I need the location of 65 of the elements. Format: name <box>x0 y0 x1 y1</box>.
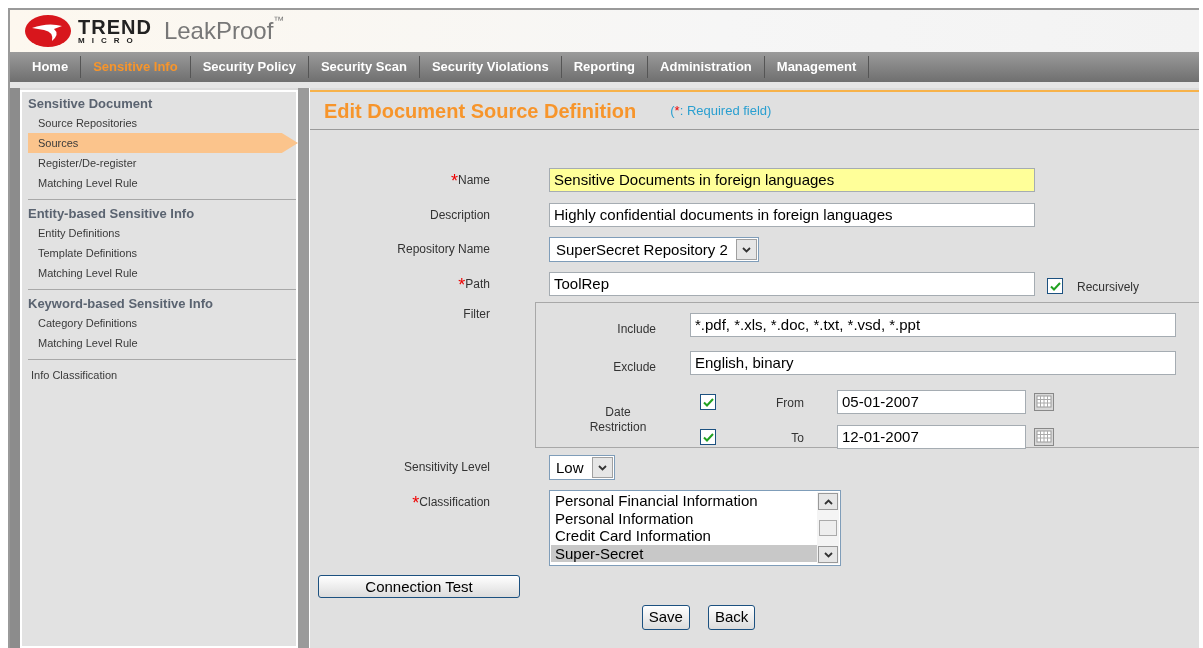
page-title: Edit Document Source Definition <box>324 98 637 124</box>
nav-tab[interactable]: Reporting <box>561 56 649 78</box>
brand-subtitle: MICRO <box>78 37 141 45</box>
nav-tab[interactable]: Management <box>764 56 870 78</box>
checkmark-icon <box>1049 281 1061 291</box>
checkbox[interactable] <box>1047 278 1063 294</box>
date-label: From <box>776 396 804 410</box>
nav-tab[interactable]: Security Scan <box>308 56 420 78</box>
nav-tab[interactable]: Administration <box>648 56 765 78</box>
scroll-up-icon <box>823 498 833 505</box>
required-hint: (*: Required field) <box>670 101 772 120</box>
action-button[interactable]: Save <box>641 605 690 630</box>
brand-wordmark: TREND <box>78 17 152 37</box>
connection-test-button[interactable]: Connection Test <box>318 575 520 598</box>
sidebar-item[interactable]: Source Repositories <box>28 113 290 133</box>
calendar-icon[interactable] <box>1034 428 1054 446</box>
nav-tab[interactable]: Security Violations <box>419 56 562 78</box>
text-field[interactable]: Highly confidential documents in foreign languages <box>549 203 1035 227</box>
checkbox[interactable] <box>700 429 716 445</box>
sidebar-item[interactable]: Matching Level Rule <box>28 333 290 353</box>
checkbox[interactable] <box>700 394 716 410</box>
checkbox-label: Recursively <box>1077 279 1139 296</box>
text-field[interactable]: ToolRep <box>549 272 1035 296</box>
date-label: To <box>791 431 804 445</box>
field-label: Description <box>429 208 490 222</box>
filter-label: Include <box>617 322 656 336</box>
logo-icon <box>24 14 72 48</box>
nav-tab[interactable]: Security Policy <box>190 56 309 78</box>
dropdown[interactable]: SuperSecret Repository 2 <box>549 237 759 262</box>
sidebar-item[interactable]: Entity Definitions <box>28 223 290 243</box>
sidebar-item[interactable]: Category Definitions <box>28 313 290 333</box>
checkmark-icon <box>702 432 714 442</box>
text-field[interactable]: Sensitive Documents in foreign languages <box>549 168 1035 192</box>
sidebar-section-title: Entity-based Sensitive Info <box>28 205 196 223</box>
sidebar-item[interactable]: Template Definitions <box>28 243 290 263</box>
sidebar-section-title: Keyword-based Sensitive Info <box>28 295 214 313</box>
scroll-down-icon <box>823 551 833 558</box>
list-option[interactable]: Credit Card Information <box>551 527 817 545</box>
text-field[interactable]: *.pdf, *.xls, *.doc, *.txt, *.vsd, *.ppt <box>690 313 1176 337</box>
filter-label: Date Restriction <box>588 404 648 435</box>
text-field[interactable]: English, binary <box>690 351 1176 375</box>
calendar-icon[interactable] <box>1034 393 1054 411</box>
list-option[interactable]: Personal Financial Information <box>551 492 817 510</box>
product-name: LeakProof$^{™}$ <box>163 13 285 46</box>
text-field[interactable]: 05-01-2007 <box>837 390 1026 414</box>
dropdown[interactable]: Low <box>549 455 615 480</box>
checkmark-icon <box>702 397 714 407</box>
nav-tab[interactable]: Home <box>20 56 82 78</box>
sidebar-item[interactable]: Matching Level Rule <box>28 173 290 193</box>
sidebar-item[interactable]: Sources <box>28 133 298 153</box>
scrollbar[interactable] <box>817 492 839 564</box>
list-box[interactable]: Personal Financial Information Personal Information Credit Card Information Super-Secret <box>549 490 841 566</box>
list-option[interactable]: Personal Information <box>551 509 817 527</box>
field-label: Repository Name <box>397 242 490 256</box>
field-label: Filter <box>463 307 490 321</box>
list-option[interactable]: Super-Secret <box>551 544 817 562</box>
scroll-thumb[interactable] <box>819 520 837 536</box>
sidebar-item[interactable]: Info Classification <box>28 365 290 385</box>
sidebar-item[interactable]: Register/De-register <box>28 153 290 173</box>
sidebar-item[interactable]: Matching Level Rule <box>28 263 290 283</box>
action-button[interactable]: Back <box>707 605 756 630</box>
filter-label: Exclude <box>613 360 656 374</box>
field-label: Sensitivity Level <box>403 460 490 474</box>
sidebar-section-title: Sensitive Document <box>28 95 154 113</box>
text-field[interactable]: 12-01-2007 <box>837 425 1026 449</box>
